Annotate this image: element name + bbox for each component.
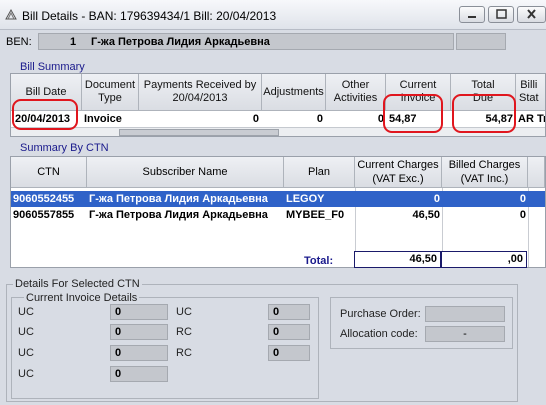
- ctn-cell: 9060557855: [13, 209, 75, 221]
- scrollbar-thumb[interactable]: [119, 129, 279, 136]
- charge-value: 0: [268, 324, 310, 340]
- current-charges-cell: 46,50: [412, 209, 440, 221]
- col-document-type[interactable]: Document Type: [82, 74, 139, 111]
- ctn-cell: 9060552455: [13, 193, 75, 205]
- close-icon: [527, 9, 536, 19]
- charge-value: 0: [110, 345, 168, 361]
- subscriber-name-cell: Г-жа Петрова Лидия Аркадьевна: [89, 209, 268, 221]
- total-label: Total:: [304, 255, 334, 267]
- ben-extra-field: [456, 33, 506, 50]
- col-plan[interactable]: Plan: [284, 157, 355, 188]
- table-row[interactable]: 9060552455 Г-жа Петрова Лидия Аркадьевна…: [11, 191, 545, 207]
- close-button[interactable]: [517, 6, 546, 23]
- col-subscriber-name[interactable]: Subscriber Name: [87, 157, 284, 188]
- purchase-order-field[interactable]: [425, 306, 505, 322]
- highlight-oval-bill-date: [12, 99, 78, 130]
- charge-value: 0: [268, 345, 310, 361]
- maximize-button[interactable]: [488, 6, 514, 23]
- total-current-charges: 46,50: [354, 251, 441, 268]
- billed-charges-cell: 0: [519, 193, 526, 205]
- window-title: Bill Details - BAN: 179639434/1 Bill: 20…: [22, 9, 277, 23]
- col-spacer: [528, 157, 545, 188]
- minimize-icon: [468, 16, 476, 18]
- table-row[interactable]: 9060557855 Г-жа Петрова Лидия Аркадьевна…: [11, 207, 545, 223]
- details-title: Details For Selected CTN: [13, 278, 142, 290]
- plan-cell: LEGOY: [286, 193, 325, 205]
- charge-label: UC: [176, 306, 192, 318]
- current-invoice-details-title: Current Invoice Details: [24, 292, 140, 304]
- charge-label: UC: [18, 347, 34, 359]
- allocation-code-field[interactable]: -: [425, 326, 505, 342]
- col-current-charges[interactable]: Current Charges (VAT Exc.): [355, 157, 442, 188]
- ben-name: Г-жа Петрова Лидия Аркадьевна: [91, 36, 270, 48]
- col-billing-status[interactable]: Billi Stat: [516, 74, 545, 111]
- charge-label: RC: [176, 347, 192, 359]
- ben-label: BEN:: [6, 36, 32, 48]
- purchase-order-label: Purchase Order:: [340, 308, 421, 320]
- maximize-icon: [496, 9, 507, 19]
- col-ctn[interactable]: CTN: [11, 157, 87, 188]
- app-icon: [5, 8, 17, 20]
- col-other-activities[interactable]: Other Activities: [326, 74, 386, 111]
- summary-by-ctn-title: Summary By CTN: [20, 142, 109, 154]
- other-activities-value[interactable]: 0: [326, 111, 384, 128]
- charge-value: 0: [110, 324, 168, 340]
- charge-label: UC: [18, 326, 34, 338]
- plan-cell: MYBEE_F0: [286, 209, 345, 221]
- minimize-button[interactable]: [459, 6, 485, 23]
- subscriber-name-cell: Г-жа Петрова Лидия Аркадьевна: [89, 193, 268, 205]
- charge-label: UC: [18, 368, 34, 380]
- highlight-oval-current-invoice: [383, 94, 443, 133]
- total-billed-charges: ,00: [441, 251, 527, 268]
- billed-charges-cell: 0: [519, 209, 526, 221]
- charge-label: RC: [176, 326, 192, 338]
- adjustments-value[interactable]: 0: [262, 111, 323, 128]
- bill-summary-title: Bill Summary: [20, 61, 85, 73]
- charge-label: UC: [18, 306, 34, 318]
- charge-value: 0: [110, 304, 168, 320]
- col-payments-received[interactable]: Payments Received by 20/04/2013: [139, 74, 262, 111]
- ben-number: 1: [70, 36, 77, 48]
- allocation-code-label: Allocation code:: [340, 328, 418, 340]
- col-adjustments[interactable]: Adjustments: [262, 74, 326, 111]
- document-type-value[interactable]: Invoice: [84, 111, 138, 128]
- charge-value: 0: [268, 304, 310, 320]
- payments-value[interactable]: 0: [139, 111, 259, 128]
- charge-value: 0: [110, 366, 168, 382]
- current-charges-cell: 0: [433, 193, 440, 205]
- billing-status-value[interactable]: AR Tra: [518, 111, 545, 128]
- highlight-oval-total-due: [452, 94, 516, 133]
- col-billed-charges[interactable]: Billed Charges (VAT Inc.): [442, 157, 528, 188]
